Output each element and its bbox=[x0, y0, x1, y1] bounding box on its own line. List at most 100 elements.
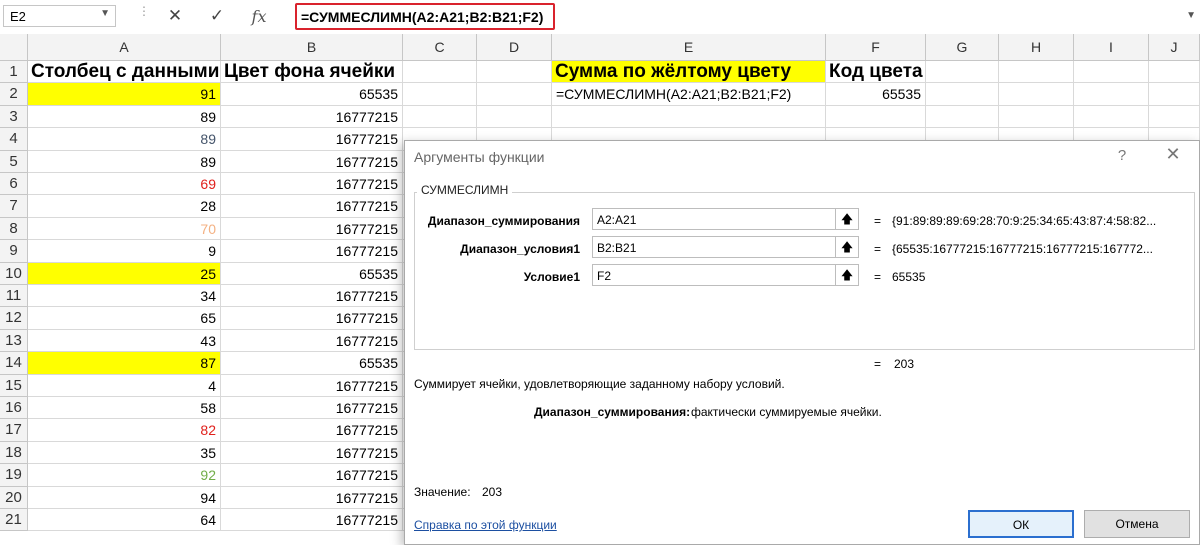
column-header-d[interactable]: D bbox=[477, 34, 552, 61]
cell-b15[interactable]: 16777215 bbox=[221, 374, 403, 397]
cell-b11[interactable]: 16777215 bbox=[221, 285, 403, 308]
cell-e1[interactable]: Сумма по жёлтому цвету bbox=[552, 61, 826, 84]
row-header[interactable]: 3 bbox=[0, 105, 28, 129]
help-icon[interactable]: ? bbox=[1112, 147, 1132, 164]
ok-button[interactable]: ОК bbox=[968, 510, 1074, 538]
arg-input-criteria1[interactable]: F2 🡅 bbox=[592, 264, 859, 286]
cell-j1[interactable] bbox=[1149, 61, 1200, 84]
cell-c3[interactable] bbox=[403, 105, 477, 129]
row-header[interactable]: 16 bbox=[0, 397, 28, 420]
collapse-dialog-icon[interactable]: 🡅 bbox=[835, 209, 858, 229]
row-header[interactable]: 20 bbox=[0, 486, 28, 509]
cell-e2[interactable]: =СУММЕСЛИМН(A2:A21;B2:B21;F2) bbox=[552, 83, 826, 106]
cell-a8[interactable]: 70 bbox=[28, 217, 221, 241]
cell-a6[interactable]: 69 bbox=[28, 173, 221, 196]
cancel-button[interactable]: Отмена bbox=[1084, 510, 1190, 538]
cell-a18[interactable]: 35 bbox=[28, 441, 221, 465]
cell-a5[interactable]: 89 bbox=[28, 150, 221, 173]
cell-f2[interactable]: 65535 bbox=[826, 83, 926, 106]
row-header[interactable]: 11 bbox=[0, 285, 28, 308]
cell-a4[interactable]: 89 bbox=[28, 128, 221, 151]
column-header-j[interactable]: J bbox=[1149, 34, 1200, 61]
row-header[interactable]: 18 bbox=[0, 441, 28, 465]
row-header[interactable]: 6 bbox=[0, 173, 28, 196]
cell-b18[interactable]: 16777215 bbox=[221, 441, 403, 465]
cell-b1[interactable]: Цвет фона ячейки bbox=[221, 61, 403, 84]
column-header-f[interactable]: F bbox=[826, 34, 926, 61]
cell-g3[interactable] bbox=[926, 105, 999, 129]
cell-i2[interactable] bbox=[1074, 83, 1149, 106]
select-all-corner[interactable] bbox=[0, 34, 28, 61]
close-icon[interactable]: ✕ bbox=[1163, 144, 1183, 165]
row-header[interactable]: 4 bbox=[0, 128, 28, 151]
expand-formula-bar-icon[interactable]: ▼ bbox=[1186, 10, 1196, 21]
row-header[interactable]: 5 bbox=[0, 150, 28, 173]
cell-a15[interactable]: 4 bbox=[28, 374, 221, 397]
row-header[interactable]: 8 bbox=[0, 217, 28, 241]
cell-d3[interactable] bbox=[477, 105, 552, 129]
row-header[interactable]: 12 bbox=[0, 307, 28, 330]
cell-g2[interactable] bbox=[926, 83, 999, 106]
row-header[interactable]: 21 bbox=[0, 509, 28, 532]
row-header[interactable]: 15 bbox=[0, 374, 28, 397]
enter-formula-button[interactable]: ✓ bbox=[204, 4, 230, 28]
insert-function-button[interactable]: fx bbox=[246, 4, 272, 28]
cell-a21[interactable]: 64 bbox=[28, 509, 221, 532]
row-header[interactable]: 10 bbox=[0, 262, 28, 285]
cell-b8[interactable]: 16777215 bbox=[221, 217, 403, 241]
arg-input-sum-range[interactable]: A2:A21 🡅 bbox=[592, 208, 859, 230]
cell-b16[interactable]: 16777215 bbox=[221, 397, 403, 420]
column-header-c[interactable]: C bbox=[403, 34, 477, 61]
cell-b13[interactable]: 16777215 bbox=[221, 329, 403, 353]
cell-a12[interactable]: 65 bbox=[28, 307, 221, 330]
cell-d1[interactable] bbox=[477, 61, 552, 84]
cell-b5[interactable]: 16777215 bbox=[221, 150, 403, 173]
cell-a16[interactable]: 58 bbox=[28, 397, 221, 420]
cell-b12[interactable]: 16777215 bbox=[221, 307, 403, 330]
formula-input[interactable]: =СУММЕСЛИМН(A2:A21;B2:B21;F2) bbox=[295, 3, 555, 30]
row-header[interactable]: 17 bbox=[0, 419, 28, 442]
cell-c1[interactable] bbox=[403, 61, 477, 84]
name-box[interactable]: E2 ▼ bbox=[3, 5, 116, 27]
cell-b20[interactable]: 16777215 bbox=[221, 486, 403, 509]
cell-a13[interactable]: 43 bbox=[28, 329, 221, 353]
cell-a14[interactable]: 87 bbox=[28, 352, 221, 375]
cell-b2[interactable]: 65535 bbox=[221, 83, 403, 106]
cell-d2[interactable] bbox=[477, 83, 552, 106]
cell-a19[interactable]: 92 bbox=[28, 464, 221, 487]
column-header-a[interactable]: A bbox=[28, 34, 221, 61]
cell-b3[interactable]: 16777215 bbox=[221, 105, 403, 129]
cell-g1[interactable] bbox=[926, 61, 999, 84]
row-header[interactable]: 7 bbox=[0, 195, 28, 218]
cell-h2[interactable] bbox=[999, 83, 1074, 106]
chevron-down-icon[interactable]: ▼ bbox=[100, 8, 110, 19]
row-header[interactable]: 19 bbox=[0, 464, 28, 487]
cell-b21[interactable]: 16777215 bbox=[221, 509, 403, 532]
cell-j2[interactable] bbox=[1149, 83, 1200, 106]
cell-a7[interactable]: 28 bbox=[28, 195, 221, 218]
column-header-h[interactable]: H bbox=[999, 34, 1074, 61]
cell-i1[interactable] bbox=[1074, 61, 1149, 84]
cell-b10[interactable]: 65535 bbox=[221, 262, 403, 285]
cell-a9[interactable]: 9 bbox=[28, 240, 221, 263]
cancel-formula-button[interactable]: ✕ bbox=[162, 4, 188, 28]
cell-a3[interactable]: 89 bbox=[28, 105, 221, 129]
collapse-dialog-icon[interactable]: 🡅 bbox=[835, 237, 858, 257]
cell-i3[interactable] bbox=[1074, 105, 1149, 129]
cell-b19[interactable]: 16777215 bbox=[221, 464, 403, 487]
column-header-i[interactable]: I bbox=[1074, 34, 1149, 61]
column-header-g[interactable]: G bbox=[926, 34, 999, 61]
row-header[interactable]: 1 bbox=[0, 61, 28, 84]
row-header[interactable]: 2 bbox=[0, 83, 28, 106]
cell-b4[interactable]: 16777215 bbox=[221, 128, 403, 151]
cell-a2[interactable]: 91 bbox=[28, 83, 221, 106]
cell-h3[interactable] bbox=[999, 105, 1074, 129]
cell-h1[interactable] bbox=[999, 61, 1074, 84]
cell-b6[interactable]: 16777215 bbox=[221, 173, 403, 196]
cell-b14[interactable]: 65535 bbox=[221, 352, 403, 375]
cell-a17[interactable]: 82 bbox=[28, 419, 221, 442]
row-header[interactable]: 9 bbox=[0, 240, 28, 263]
row-header[interactable]: 13 bbox=[0, 329, 28, 353]
help-link[interactable]: Справка по этой функции bbox=[414, 518, 557, 532]
drag-handle-icon[interactable]: ⋮ bbox=[138, 5, 150, 26]
